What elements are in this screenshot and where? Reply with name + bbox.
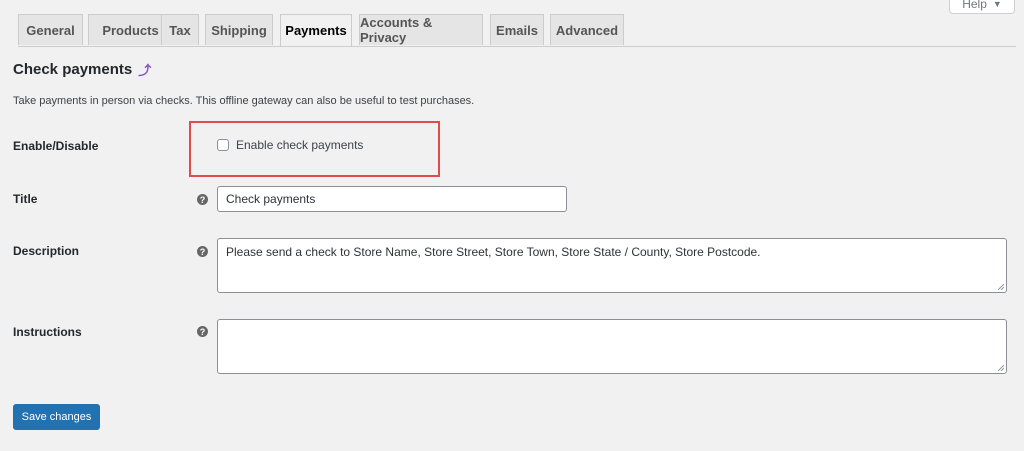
resize-grip-icon[interactable] (998, 365, 1004, 371)
instructions-label: Instructions (13, 325, 82, 339)
help-tip-icon[interactable]: ? (197, 326, 208, 337)
return-link-icon[interactable]: ⤴ (138, 60, 151, 79)
enable-checkbox-row[interactable]: Enable check payments (217, 138, 363, 152)
tab-advanced[interactable]: Advanced (550, 14, 624, 45)
description-textarea[interactable]: Please send a check to Store Name, Store… (217, 238, 1007, 293)
help-label: Help (962, 0, 987, 11)
enable-disable-label: Enable/Disable (13, 139, 99, 153)
enable-checkbox[interactable] (217, 139, 229, 151)
title-label: Title (13, 192, 38, 206)
enable-checkbox-label[interactable]: Enable check payments (236, 138, 363, 152)
page-title: Check payments (13, 61, 133, 78)
title-input[interactable] (217, 186, 567, 212)
settings-tabs: General Products Tax Shipping Payments A… (18, 14, 1016, 47)
instructions-textarea[interactable] (217, 319, 1007, 374)
description-label: Description (13, 244, 80, 258)
tab-payments[interactable]: Payments (280, 14, 352, 46)
save-changes-button[interactable]: Save changes (13, 404, 100, 430)
tab-emails[interactable]: Emails (490, 14, 544, 45)
resize-grip-icon[interactable] (998, 284, 1004, 290)
section-heading: Check payments ⤴ (13, 60, 151, 79)
help-tip-icon[interactable]: ? (197, 246, 208, 257)
help-button[interactable]: Help ▼ (949, 0, 1015, 14)
tab-tax[interactable]: Tax (161, 14, 199, 45)
caret-down-icon: ▼ (992, 0, 1002, 9)
description-value: Please send a check to Store Name, Store… (226, 245, 761, 259)
tab-shipping[interactable]: Shipping (205, 14, 273, 45)
section-description: Take payments in person via checks. This… (13, 95, 475, 107)
tab-general[interactable]: General (18, 14, 83, 45)
help-tip-icon[interactable]: ? (197, 194, 208, 205)
tab-accounts-privacy[interactable]: Accounts & Privacy (359, 14, 483, 45)
